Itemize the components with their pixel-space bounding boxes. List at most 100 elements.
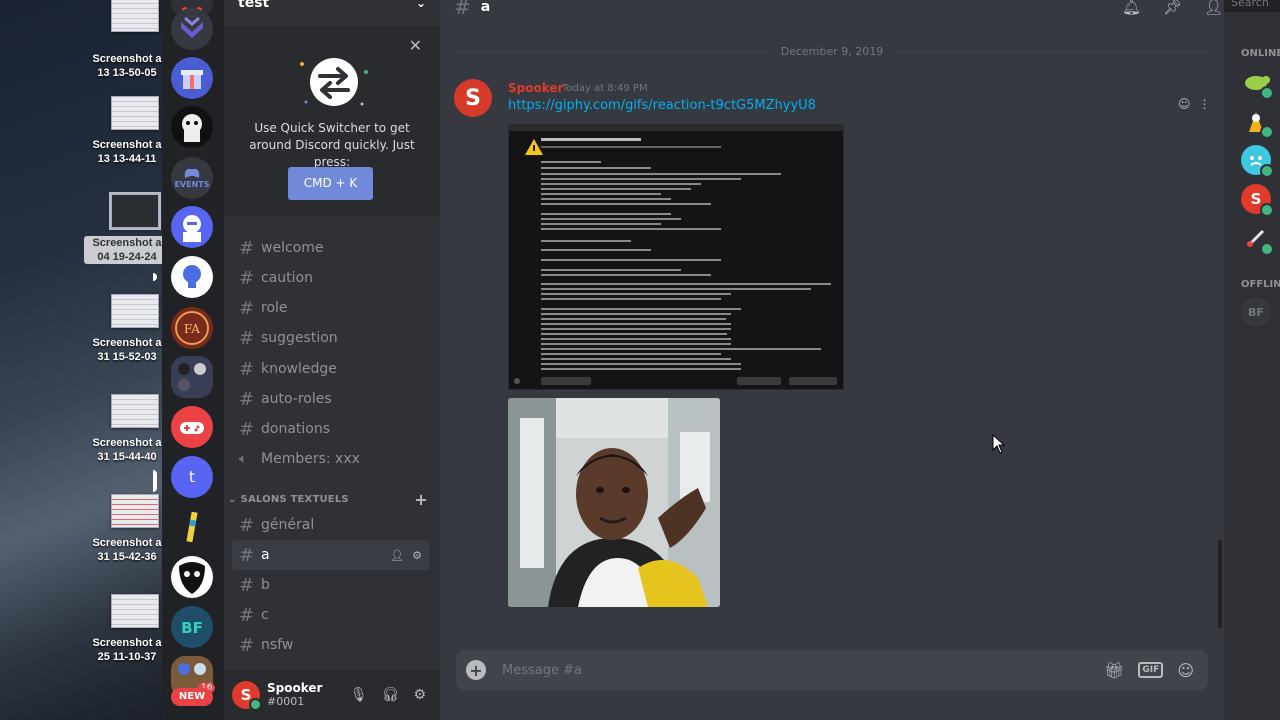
channel-welcome[interactable]: # welcome — [232, 233, 430, 263]
mouse-cursor-icon — [992, 434, 1006, 454]
desktop-file[interactable]: Screenshot a 13 13-50-05 — [84, 0, 170, 80]
headphones-icon[interactable]: 🎧︎ — [382, 687, 400, 703]
message-author[interactable]: Spooker — [508, 81, 563, 95]
server-name: test — [238, 0, 270, 11]
desktop-file[interactable]: Screenshot a 31 15-44-40 — [84, 394, 170, 464]
online-status-dot — [1260, 125, 1274, 139]
channel-caution[interactable]: # caution — [232, 263, 430, 293]
server-icon-letter[interactable]: t — [171, 456, 213, 498]
channel-label: suggestion — [261, 330, 338, 346]
channel-label: knowledge — [261, 361, 337, 377]
server-icon-bulb[interactable] — [171, 256, 213, 298]
online-status-dot — [1260, 242, 1274, 256]
category-header[interactable]: ⌄ SALONS TEXTUELS + — [228, 490, 428, 509]
emoji-icon[interactable]: ☺︎ — [1177, 661, 1194, 680]
channel-label: b — [261, 577, 270, 593]
channel-label: a — [261, 547, 270, 563]
hash-icon: # — [239, 327, 255, 349]
microphone-icon[interactable]: 🎙︎ — [350, 687, 368, 703]
bell-icon[interactable]: 🔔︎ — [1122, 0, 1141, 16]
channel-knowledge[interactable]: # knowledge — [232, 354, 430, 384]
message-composer: + 🎁︎ GIF ☺︎ — [456, 650, 1208, 690]
member-avatar-face[interactable] — [1241, 145, 1274, 178]
channel-b[interactable]: # b — [232, 570, 430, 600]
switch-arrows-icon — [300, 58, 368, 106]
channel-label: auto-roles — [261, 391, 332, 407]
desktop-file[interactable]: Screenshot a 13 13-44-11 — [84, 96, 170, 166]
desktop-file-selected[interactable]: Screenshot a 04 19-24-24 — [84, 192, 170, 264]
more-options-icon[interactable]: ⋮ — [1199, 97, 1211, 111]
channel-nsfw[interactable]: # nsfw — [232, 630, 430, 660]
add-channel-icon[interactable]: + — [414, 490, 428, 509]
channel-suggestion[interactable]: # suggestion — [232, 323, 430, 353]
server-icon-gamepad[interactable] — [171, 406, 213, 448]
online-status-dot — [1260, 86, 1274, 100]
gear-icon[interactable]: ⚙︎ — [413, 687, 426, 703]
server-icon-bf[interactable]: BF — [171, 606, 213, 648]
server-icon-ghost[interactable] — [171, 106, 213, 148]
file-thumbnail — [111, 394, 159, 428]
hash-icon: # — [239, 237, 255, 259]
invite-icon[interactable]: 👤︎ — [390, 549, 404, 562]
online-status-dot — [249, 698, 262, 711]
channel-label: général — [261, 517, 315, 533]
server-icon-emblem[interactable]: FA — [171, 307, 213, 349]
file-thumbnail — [111, 594, 159, 628]
voice-channel-members[interactable]: 🔈︎ Members: xxx — [232, 444, 430, 474]
hash-icon: # — [239, 514, 255, 536]
server-icon-avatar[interactable] — [171, 206, 213, 248]
svg-text:BF: BF — [181, 619, 203, 637]
desktop-file[interactable]: Screenshot a 31 15-42-36 — [84, 494, 170, 564]
member-avatar-offline[interactable]: BF — [1241, 297, 1271, 327]
channel-auto-roles[interactable]: # auto-roles — [232, 384, 430, 414]
member-avatar-sparkle[interactable] — [1241, 223, 1274, 256]
file-label: Screenshot a 31 15-44-40 — [92, 437, 162, 463]
server-icon-events[interactable]: EVENTS — [171, 157, 213, 199]
online-status-dot — [1260, 203, 1274, 217]
new-badge[interactable]: NEW — [171, 688, 213, 706]
gear-icon[interactable]: ⚙︎ — [412, 549, 422, 562]
member-list: ONLINE S OFFLINE BF — [1224, 0, 1280, 720]
server-folder[interactable] — [171, 356, 213, 398]
message-avatar[interactable]: S — [454, 79, 492, 117]
server-icon-chevron[interactable] — [171, 8, 213, 50]
server-header[interactable]: test ⌄ — [224, 0, 440, 11]
channel-donations[interactable]: # donations — [232, 414, 430, 444]
header-icons: 🔔︎ 📌︎ 👤︎ — [1122, 0, 1223, 16]
add-reaction-icon[interactable]: ☺︎ — [1178, 97, 1191, 111]
desktop-file[interactable]: Screenshot a 25 11-10-37 — [84, 594, 170, 664]
scrollbar[interactable] — [1218, 540, 1222, 628]
gift-icon[interactable]: 🎁︎ — [1104, 661, 1124, 680]
member-avatar-figure[interactable] — [1241, 106, 1274, 139]
pin-icon[interactable]: 📌︎ — [1163, 0, 1182, 16]
channel-c[interactable]: # c — [232, 600, 430, 630]
member-avatar-turtle[interactable] — [1241, 67, 1274, 100]
avatar[interactable]: S — [232, 681, 262, 711]
search-input[interactable]: Search — [1224, 0, 1280, 12]
image-attachment-crash-report[interactable] — [508, 124, 844, 390]
message-input[interactable] — [500, 661, 1105, 679]
file-thumbnail — [111, 96, 159, 130]
member-avatar-spooker[interactable]: S — [1241, 184, 1274, 217]
category-label: SALONS TEXTUELS — [240, 493, 349, 505]
hash-icon: # — [239, 388, 255, 410]
server-icon-mask[interactable] — [171, 556, 213, 598]
offline-header: OFFLINE — [1241, 279, 1280, 290]
server-icon-gift[interactable] — [171, 57, 213, 99]
server-icon-stripe[interactable] — [171, 506, 213, 548]
gif-attachment-reaction[interactable] — [508, 398, 720, 607]
channel-role[interactable]: # role — [232, 293, 430, 323]
channel-label: donations — [261, 421, 331, 437]
channel-a-selected[interactable]: # a 👤︎ ⚙︎ — [232, 540, 430, 570]
chat-header: # a — [440, 0, 1224, 19]
channel-general[interactable]: # général — [232, 510, 430, 540]
chevron-down-icon: ⌄ — [228, 493, 237, 505]
members-icon[interactable]: 👤︎ — [1204, 0, 1223, 16]
quick-switcher-button[interactable]: CMD + K — [288, 167, 373, 200]
message-link[interactable]: https://giphy.com/gifs/reaction-t9ctG5MZ… — [508, 98, 816, 113]
channel-title: a — [480, 0, 491, 15]
desktop-file[interactable]: Screenshot a 31 15-52-03 — [84, 294, 170, 364]
gif-button[interactable]: GIF — [1138, 662, 1164, 678]
close-icon[interactable]: ✕ — [409, 36, 422, 55]
add-attachment-icon[interactable]: + — [466, 660, 486, 680]
